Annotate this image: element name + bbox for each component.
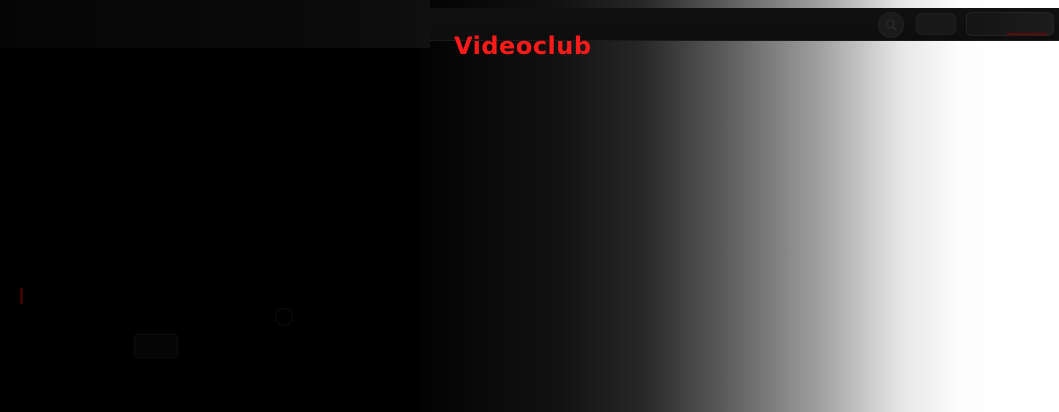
search-icon xyxy=(885,19,897,31)
hero-backdrop xyxy=(0,40,420,412)
site-logo[interactable]: Videoclub xyxy=(454,31,592,61)
search-button[interactable] xyxy=(878,12,904,38)
subscribe-button-accent xyxy=(1007,33,1047,35)
app-stage: Videoclub xyxy=(0,0,1059,412)
hero-control-button[interactable] xyxy=(134,334,178,358)
hero-accent-bar xyxy=(20,288,23,304)
sign-in-button[interactable] xyxy=(916,13,956,35)
subscribe-button[interactable] xyxy=(966,12,1054,36)
hero-carousel-dot[interactable] xyxy=(275,308,293,326)
top-navigation-left-panel xyxy=(0,0,430,48)
